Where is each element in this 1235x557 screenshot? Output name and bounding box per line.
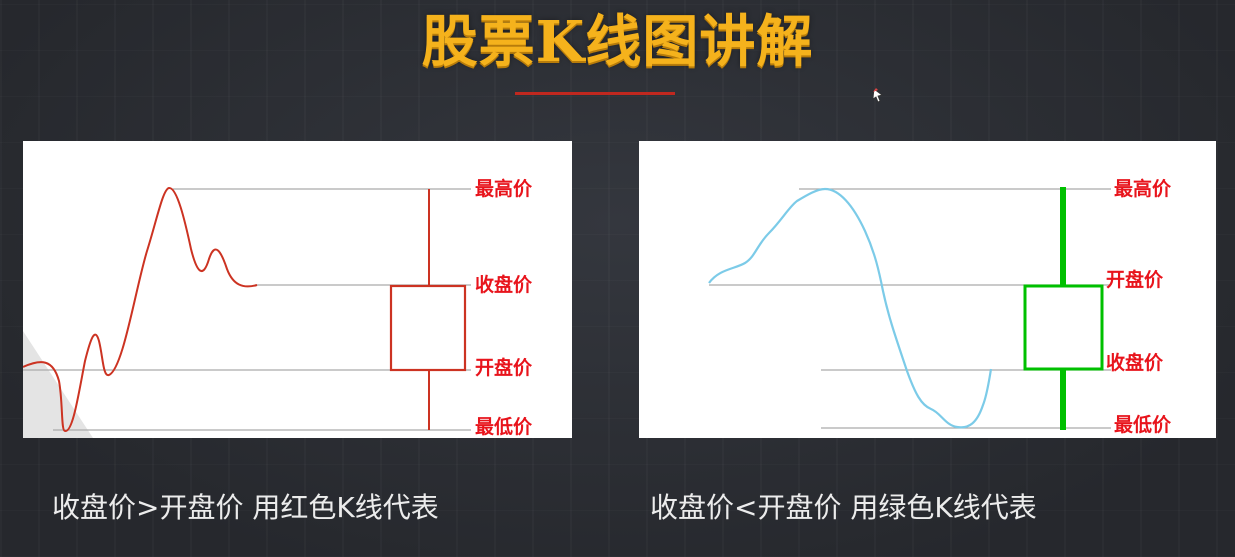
- label-close: 收盘价: [1106, 352, 1164, 374]
- label-low: 最低价: [475, 416, 533, 438]
- green-candle-body: [1023, 284, 1104, 371]
- mouse-cursor-icon: [872, 88, 883, 103]
- label-open: 开盘价: [475, 357, 533, 379]
- label-open: 开盘价: [1106, 269, 1164, 291]
- green-candle-diagram: 最高价 开盘价 收盘价 最低价: [639, 141, 1216, 438]
- caption-green-candle: 收盘价<开盘价 用绿色K线代表: [650, 491, 1037, 524]
- red-candle-body: [389, 284, 467, 372]
- label-high: 最高价: [1114, 178, 1172, 200]
- title-underline: [515, 92, 675, 95]
- red-candle-diagram: 最高价 收盘价 开盘价 最低价: [23, 141, 572, 438]
- label-close: 收盘价: [475, 274, 533, 296]
- label-high: 最高价: [475, 178, 533, 200]
- price-curve: [708, 187, 993, 429]
- label-low: 最低价: [1114, 414, 1172, 436]
- page-title: 股票K线图讲解: [421, 9, 814, 75]
- decorative-shadow: [23, 331, 93, 438]
- caption-red-candle: 收盘价>开盘价 用红色K线代表: [52, 491, 439, 524]
